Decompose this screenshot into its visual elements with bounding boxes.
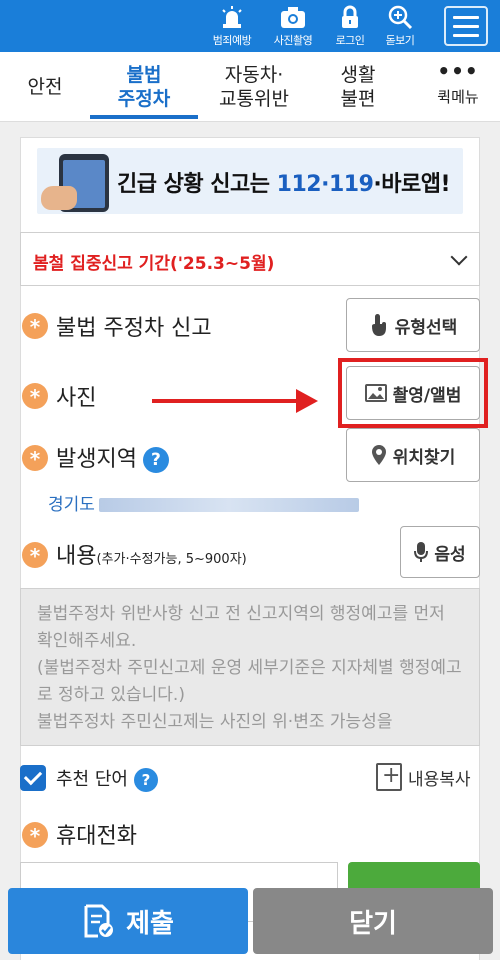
type-select-button[interactable]: 유형선택 — [346, 298, 480, 352]
close-button[interactable]: 닫기 — [253, 888, 493, 954]
hand-illustration — [41, 186, 77, 210]
tab-safety[interactable]: 안전 — [0, 52, 90, 122]
magnifier-plus-icon — [388, 5, 413, 30]
banner-numbers: 112·119 — [276, 172, 374, 197]
more-dots-icon: ••• — [437, 59, 479, 83]
document-check-icon — [84, 904, 114, 938]
siren-icon — [222, 6, 242, 28]
tab-living-inconvenience[interactable]: 생활 불편 — [310, 52, 406, 122]
location-label: 발생지역? — [56, 441, 169, 473]
map-pin-icon — [371, 445, 386, 465]
report-type-label: 불법 주정차 신고 — [56, 316, 212, 341]
active-tab-indicator — [90, 115, 198, 119]
hamburger-menu-button[interactable] — [444, 6, 488, 46]
content-hint: (추가·수정가능, 5~900자) — [96, 552, 247, 567]
image-icon — [364, 384, 387, 402]
camera-icon — [281, 7, 305, 28]
tab-car-traffic[interactable]: 자동차· 교통위반 — [198, 52, 310, 122]
content-textarea[interactable]: 불법주정차 위반사항 신고 전 신고지역의 행정예고를 먼저 확인해주세요. (… — [20, 588, 480, 746]
blurred-address — [98, 498, 359, 512]
magnifier-label: 돋보기 — [385, 34, 415, 47]
arrow-head — [296, 389, 318, 413]
address-text: 경기도 — [48, 490, 359, 515]
emergency-banner[interactable]: 긴급 상황 신고는 112·119·바로앱! — [37, 148, 463, 214]
help-icon[interactable]: ? — [133, 768, 158, 792]
hamburger-icon — [453, 15, 479, 19]
photo-label: 사진 — [56, 386, 97, 411]
notice-dropdown[interactable]: 봄철 집중신고 기간('25.3~5월) — [20, 232, 480, 286]
required-icon: * — [22, 313, 48, 339]
notice-text: 봄철 집중신고 기간('25.3~5월) — [33, 254, 275, 274]
copy-content-button[interactable]: 내용복사 — [376, 763, 471, 791]
tab-illegal-parking[interactable]: 불법 주정차 — [90, 52, 198, 122]
content-label: 내용(추가·수정가능, 5~900자) — [56, 544, 247, 569]
recommend-checkbox[interactable] — [20, 765, 46, 791]
photo-capture-button[interactable]: 사진촬영 — [263, 4, 323, 48]
help-icon[interactable]: ? — [142, 447, 169, 473]
quick-menu-button[interactable]: ••• 퀵메뉴 — [424, 59, 492, 107]
phone-label: 휴대전화 — [56, 824, 137, 849]
required-icon: * — [22, 822, 48, 848]
crime-prevention-label: 범죄예방 — [212, 34, 252, 47]
recommend-label: 추천 단어? — [56, 765, 158, 792]
touch-hand-icon — [371, 314, 386, 336]
submit-button[interactable]: 제출 — [8, 888, 248, 954]
microphone-icon — [414, 542, 429, 562]
required-icon: * — [22, 383, 48, 409]
top-bar: 범죄예방 사진촬영 로그인 돋보기 — [0, 0, 500, 52]
capture-album-button[interactable]: 촬영/앨범 — [346, 366, 480, 420]
required-icon: * — [22, 445, 48, 471]
find-location-button[interactable]: 위치찾기 — [346, 428, 480, 482]
required-icon: * — [22, 542, 48, 568]
crime-prevention-button[interactable]: 범죄예방 — [202, 4, 262, 48]
lock-icon — [342, 5, 358, 28]
voice-input-button[interactable]: 음성 — [400, 526, 480, 578]
banner-text: 긴급 상황 신고는 112·119·바로앱! — [117, 172, 450, 197]
photo-capture-label: 사진촬영 — [273, 34, 313, 47]
quick-menu-label: 퀵메뉴 — [437, 88, 479, 106]
chevron-down-icon — [450, 248, 468, 266]
copy-icon — [376, 763, 402, 791]
highlight-arrow — [152, 399, 304, 403]
magnifier-button[interactable]: 돋보기 — [370, 4, 430, 48]
